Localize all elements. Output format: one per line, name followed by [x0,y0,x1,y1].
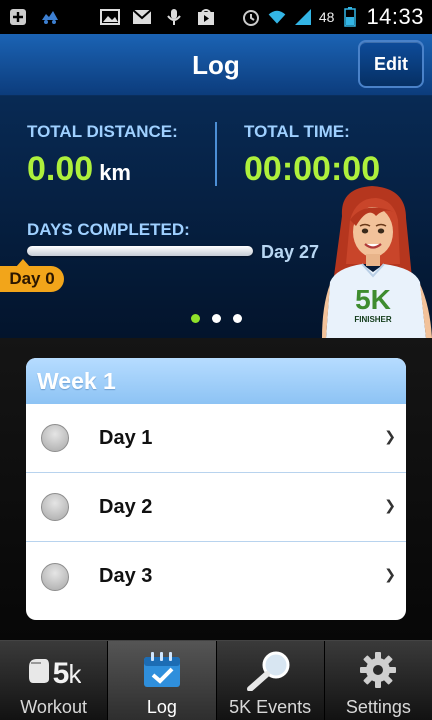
day-label: Day 3 [99,565,153,587]
page-dot-2[interactable] [211,314,221,323]
week-card: Week 1 Day 1 ❯ Day 2 ❯ Day 3 ❯ [26,358,406,620]
svg-text:k: k [68,659,81,687]
tab-settings[interactable]: Settings [324,641,432,720]
app-header: Log Edit [0,34,432,96]
day-end-label: Day 27 [261,242,320,262]
current-day-label: Day 0 [9,269,55,288]
battery-icon [340,7,360,27]
page-dot-1[interactable] [190,314,200,323]
day-row-2[interactable]: Day 2 ❯ [26,473,406,542]
image-icon [100,7,120,27]
days-completed-label: DAYS COMPLETED: [27,220,190,239]
tab-label: Settings [345,697,411,717]
chevron-right-icon: ❯ [384,497,396,513]
day-status-radio[interactable] [41,562,69,591]
status-bar: 48 14:33 [0,0,432,34]
total-distance-label: TOTAL DISTANCE: [27,122,178,141]
week-title: Week 1 [26,358,406,404]
gmail-icon [132,7,152,27]
edit-button[interactable]: Edit [358,40,424,88]
gear-icon [358,647,398,693]
total-time-value: 00:00:00 [244,150,381,188]
page-dot-3[interactable] [232,314,242,323]
calendar-check-icon [142,647,182,693]
tab-label: Workout [20,697,87,717]
total-distance-value: 0.00 [27,150,94,188]
shirt-5k-text: 5K [355,284,391,315]
shirt-finisher-text: FINISHER [354,315,392,324]
add-notification-icon [8,7,28,27]
day-status-radio[interactable] [41,493,69,521]
coach-character-image: 5K FINISHER [320,186,432,338]
chevron-right-icon: ❯ [384,428,396,444]
day-label: Day 1 [99,426,153,449]
total-time-label: TOTAL TIME: [244,122,350,141]
tab-workout[interactable]: 5 k Workout [0,641,109,720]
distance-unit: km [99,160,131,185]
svg-text:5: 5 [52,657,69,687]
play-store-icon [196,7,216,27]
chevron-right-icon: ❯ [384,566,396,582]
tab-log[interactable]: Log [108,641,217,720]
current-day-badge: Day 0 [0,259,64,292]
day-label: Day 2 [99,495,153,518]
microphone-icon [164,7,184,27]
clock: 14:33 [366,4,424,29]
runner-5k-icon: 5 k [27,647,81,693]
day-status-radio[interactable] [41,424,69,452]
total-distance-value-group: 0.00 km [27,150,131,189]
tab-5k-events[interactable]: 5K Events [216,641,325,720]
app-notification-icon [40,7,60,27]
day-row-3[interactable]: Day 3 ❯ [26,542,406,611]
bottom-tab-bar: 5 k Workout Log 5K Events Settings [0,640,432,720]
tab-label: Log [146,697,177,717]
battery-percent: 48 [318,9,335,25]
magnifier-icon [244,647,296,693]
days-progress-bar [27,246,253,256]
signal-icon [293,7,313,27]
stats-divider [215,122,217,186]
day-row-1[interactable]: Day 1 ❯ [26,404,406,473]
wifi-icon [267,7,287,27]
alarm-icon [241,7,261,27]
tab-label: 5K Events [229,697,312,717]
